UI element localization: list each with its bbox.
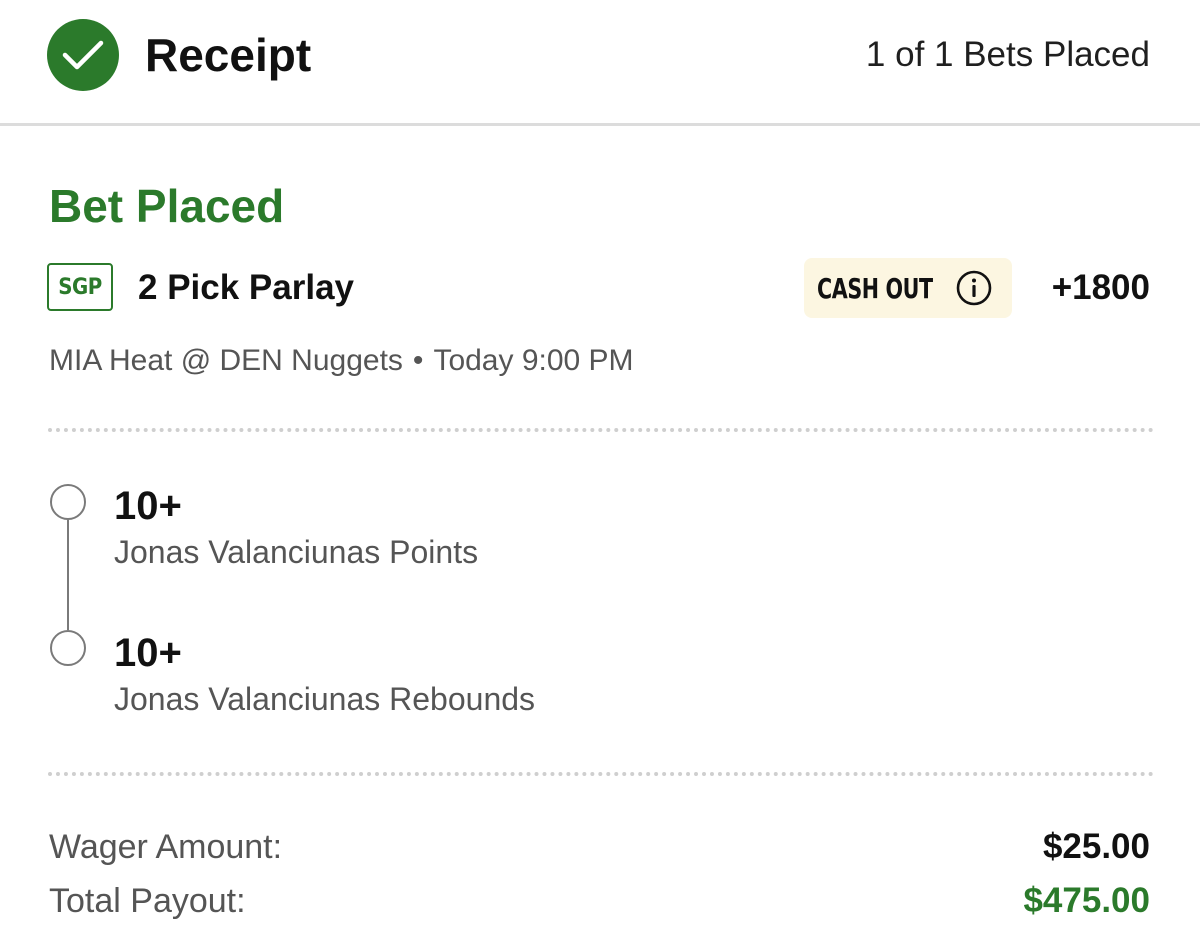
parlay-title: 2 Pick Parlay	[138, 268, 354, 307]
matchup-teams: MIA Heat @ DEN Nuggets	[49, 344, 403, 377]
dotted-divider	[48, 772, 1154, 776]
game-time: Today 9:00 PM	[433, 344, 634, 377]
wager-amount-label: Wager Amount:	[49, 828, 283, 866]
matchup-separator: •	[412, 344, 424, 377]
leg-status-circle-icon	[50, 630, 86, 666]
game-matchup: MIA Heat @ DEN Nuggets • Today 9:00 PM	[49, 342, 634, 380]
check-circle-icon	[47, 19, 119, 91]
wager-amount-value: $25.00	[1042, 827, 1150, 866]
leg-value: 10+	[114, 484, 182, 528]
bets-placed-count: 1 of 1 Bets Placed	[865, 35, 1150, 74]
leg-value: 10+	[114, 631, 182, 675]
leg-description: Jonas Valanciunas Rebounds	[114, 681, 536, 717]
receipt-header: Receipt 1 of 1 Bets Placed	[0, 0, 1200, 126]
page-title: Receipt	[145, 29, 312, 81]
bet-status: Bet Placed	[49, 180, 285, 232]
total-payout-value: $475.00	[1023, 881, 1150, 920]
leg-status-circle-icon	[50, 484, 86, 520]
dotted-divider	[48, 428, 1154, 432]
cash-out-label: CASH OUT	[817, 271, 933, 305]
leg-connector-line	[67, 520, 69, 630]
parlay-odds: +1800	[1051, 268, 1150, 307]
total-payout-label: Total Payout:	[49, 882, 246, 920]
leg-description: Jonas Valanciunas Points	[114, 534, 479, 570]
info-icon[interactable]	[955, 269, 993, 307]
sgp-badge: SGP	[47, 263, 113, 311]
cash-out-button[interactable]: CASH OUT	[804, 258, 1012, 318]
